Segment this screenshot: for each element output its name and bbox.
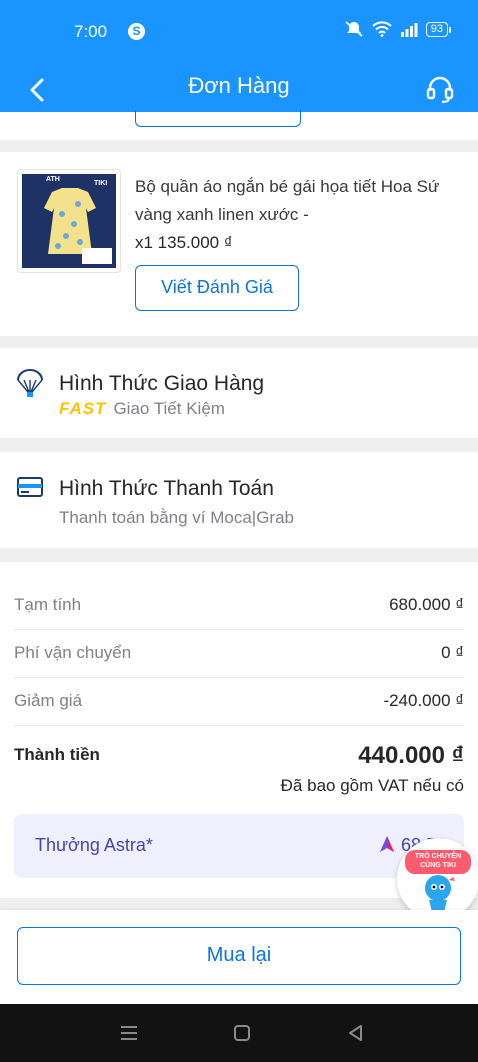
chat-badge-text: TRÒ CHUYỆN CÙNG TIKI xyxy=(405,850,471,874)
fast-badge: FAST xyxy=(59,399,107,418)
shipping-fee-label: Phí vận chuyển xyxy=(14,643,132,662)
signal-icon xyxy=(400,22,418,37)
home-icon[interactable] xyxy=(231,1022,253,1044)
astra-icon xyxy=(379,836,394,852)
skype-icon: S xyxy=(128,23,145,40)
payment-title: Hình Thức Thanh Toán xyxy=(59,477,274,500)
page-title: Đơn Hàng xyxy=(188,73,290,98)
bottom-action-bar: Mua lại xyxy=(0,910,478,1004)
previous-review-button[interactable] xyxy=(135,110,301,127)
astra-reward-box[interactable]: Thưởng Astra* 68.51 xyxy=(14,814,464,878)
shipping-method-text: Giao Tiết Kiệm xyxy=(113,399,225,418)
payment-method-card: Hình Thức Thanh Toán Thanh toán bằng ví … xyxy=(0,452,478,548)
write-review-button[interactable]: Viết Đánh Giá xyxy=(135,265,299,311)
chat-with-tiki-button[interactable]: TRÒ CHUYỆN CÙNG TIKI xyxy=(397,838,478,920)
shipping-method-card: Hình Thức Giao Hàng FAST Giao Tiết Kiệm xyxy=(0,348,478,438)
buy-again-button[interactable]: Mua lại xyxy=(17,927,461,985)
battery-icon: 93 xyxy=(425,21,452,37)
system-nav-bar xyxy=(0,1004,478,1062)
status-time: 7:00 xyxy=(74,22,108,41)
status-icons: 93 xyxy=(344,20,452,38)
subtotal-value: 680.000 ₫ xyxy=(389,595,464,614)
shipping-method: FAST Giao Tiết Kiệm xyxy=(59,399,225,419)
product-qty-price: x1 135.000 ₫ xyxy=(135,233,233,252)
payment-card-icon xyxy=(17,477,43,497)
mute-icon xyxy=(345,21,363,37)
total-value: 440.000 ₫ xyxy=(358,742,464,769)
vat-note: Đã bao gồm VAT nếu có xyxy=(280,776,464,795)
dress-illustration xyxy=(44,188,112,264)
product-image: ATH TIKI xyxy=(22,174,116,268)
product-name[interactable]: Bộ quần áo ngắn bé gái họa tiết Hoa Sứ v… xyxy=(135,173,465,229)
discount-label: Giảm giá xyxy=(14,691,83,710)
shipping-fee-row: Phí vận chuyển 0 ₫ xyxy=(14,629,464,678)
previous-item-card xyxy=(0,110,478,140)
total-label: Thành tiền xyxy=(14,745,100,764)
thumb-brand: ATH xyxy=(46,176,60,183)
product-thumbnail[interactable]: ATH TIKI xyxy=(17,169,121,273)
shipping-title: Hình Thức Giao Hàng xyxy=(59,372,265,395)
back-nav-icon[interactable] xyxy=(345,1022,367,1044)
discount-row: Giảm giá -240.000 ₫ xyxy=(14,677,464,726)
recent-apps-icon[interactable] xyxy=(118,1022,140,1044)
wifi-icon xyxy=(372,21,392,37)
shipping-fee-value: 0 ₫ xyxy=(441,643,464,662)
status-bar: 7:00 S 93 xyxy=(0,0,478,64)
astra-label: Thưởng Astra* xyxy=(35,835,153,855)
subtotal-label: Tạm tính xyxy=(14,595,82,614)
discount-value: -240.000 ₫ xyxy=(383,691,464,710)
parachute-icon xyxy=(17,369,43,397)
subtotal-row: Tạm tính 680.000 ₫ xyxy=(14,581,464,630)
payment-method-text: Thanh toán bằng ví Moca|Grab xyxy=(59,508,295,527)
headset-icon[interactable] xyxy=(424,73,456,105)
thumb-store: TIKI xyxy=(94,180,108,187)
